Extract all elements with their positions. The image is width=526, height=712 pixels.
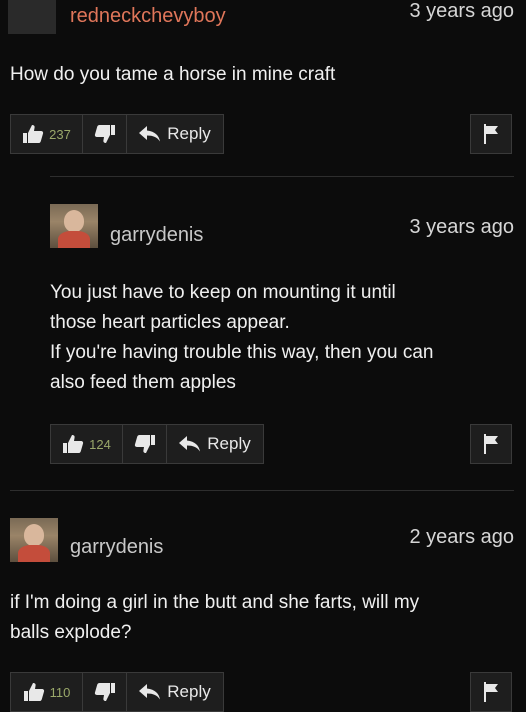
reply-label: Reply xyxy=(207,434,251,453)
comment-timestamp: 2 years ago xyxy=(409,526,514,548)
like-button[interactable]: 124 xyxy=(51,425,123,463)
like-count: 124 xyxy=(89,436,111,452)
dislike-button[interactable] xyxy=(83,673,127,711)
flag-button[interactable] xyxy=(470,672,512,712)
thumbs-up-icon xyxy=(62,434,84,454)
comment-timestamp: 3 years ago xyxy=(409,0,514,22)
thumbs-down-icon xyxy=(94,682,116,702)
reply-button[interactable]: Reply xyxy=(127,673,223,711)
flag-icon xyxy=(482,434,500,454)
like-count: 110 xyxy=(49,684,71,700)
reply-arrow-icon xyxy=(139,126,161,142)
reply-button[interactable]: Reply xyxy=(167,425,263,463)
avatar[interactable] xyxy=(50,204,98,248)
dislike-button[interactable] xyxy=(123,425,167,463)
comment-actions: 237 Reply xyxy=(10,114,224,154)
avatar[interactable] xyxy=(8,0,56,34)
flag-icon xyxy=(482,682,500,702)
comment-3: garrydenis 2 years ago if I'm doing a gi… xyxy=(0,500,526,712)
comment-username[interactable]: garrydenis xyxy=(110,224,203,247)
reply-label: Reply xyxy=(167,124,211,143)
dislike-button[interactable] xyxy=(83,115,127,153)
comment-text: if I'm doing a girl in the butt and she … xyxy=(10,592,420,643)
flag-icon xyxy=(482,124,500,144)
reply-button[interactable]: Reply xyxy=(127,115,223,153)
flag-button[interactable] xyxy=(470,424,512,464)
thumbs-up-icon xyxy=(23,682,45,702)
like-button[interactable]: 237 xyxy=(11,115,83,153)
comment-username[interactable]: redneckchevyboy xyxy=(70,5,226,28)
comment-text: You just have to keep on mounting it unt… xyxy=(50,282,434,393)
reply-label: Reply xyxy=(167,682,211,701)
avatar[interactable] xyxy=(10,518,58,562)
comment-text: How do you tame a horse in mine craft xyxy=(10,64,336,85)
comment-timestamp: 3 years ago xyxy=(409,216,514,238)
thumbs-down-icon xyxy=(134,434,156,454)
like-count: 237 xyxy=(49,126,71,142)
divider xyxy=(50,176,514,177)
divider xyxy=(10,490,514,491)
comment-username[interactable]: garrydenis xyxy=(70,536,163,559)
reply-arrow-icon xyxy=(179,436,201,452)
reply-arrow-icon xyxy=(139,684,161,700)
flag-button[interactable] xyxy=(470,114,512,154)
thumbs-down-icon xyxy=(94,124,116,144)
like-button[interactable]: 110 xyxy=(11,673,83,711)
comment-actions: 110 Reply xyxy=(10,672,224,712)
thumbs-up-icon xyxy=(22,124,44,144)
comment-actions: 124 Reply xyxy=(50,424,264,464)
comment-2: garrydenis 3 years ago You just have to … xyxy=(0,190,526,490)
comment-1: redneckchevyboy 3 years ago How do you t… xyxy=(0,0,526,170)
